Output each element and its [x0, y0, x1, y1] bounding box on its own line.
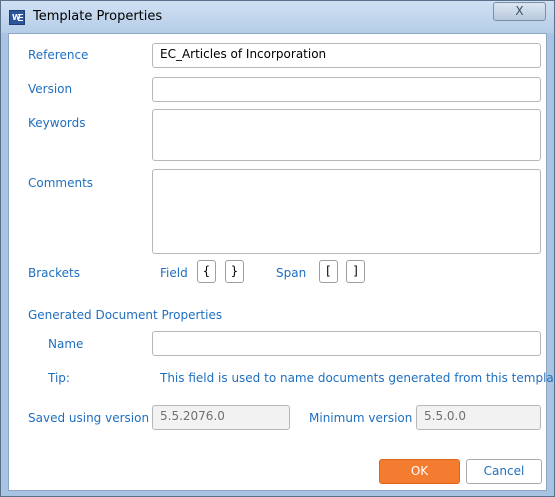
dialog-title: Template Properties [33, 9, 163, 24]
span-open-bracket-input[interactable]: [ [319, 260, 338, 283]
span-brackets-label: Span [276, 266, 307, 280]
word-doc-icon: W [9, 10, 25, 25]
template-properties-dialog: W Template Properties X Reference EC_Art… [0, 0, 555, 497]
name-input[interactable] [152, 331, 541, 356]
close-button[interactable]: X [493, 2, 546, 21]
name-label: Name [48, 337, 84, 351]
tip-text: This field is used to name documents gen… [160, 371, 555, 385]
comments-textarea[interactable] [152, 169, 541, 254]
field-open-bracket-input[interactable]: { [197, 260, 216, 283]
version-label: Version [28, 82, 73, 96]
comments-label: Comments [28, 176, 94, 190]
cancel-button[interactable]: Cancel [466, 459, 542, 484]
title-bar[interactable]: W Template Properties X [1, 1, 554, 33]
icon-lines [18, 14, 23, 22]
minimum-version-field: 5.5.0.0 [416, 405, 541, 430]
dialog-body: Reference EC_Articles of Incorporation V… [8, 33, 555, 491]
version-input[interactable] [152, 77, 541, 102]
saved-using-version-label: Saved using version [28, 411, 150, 425]
field-brackets-label: Field [160, 266, 188, 280]
keywords-label: Keywords [28, 116, 86, 130]
reference-input[interactable]: EC_Articles of Incorporation [152, 43, 541, 68]
minimum-version-label: Minimum version [309, 411, 413, 425]
brackets-label: Brackets [28, 266, 80, 280]
tip-label: Tip: [48, 371, 70, 385]
generated-properties-heading: Generated Document Properties [28, 308, 223, 322]
field-close-bracket-input[interactable]: } [225, 260, 244, 283]
span-close-bracket-input[interactable]: ] [346, 260, 365, 283]
reference-label: Reference [28, 48, 89, 62]
ok-button[interactable]: OK [379, 459, 460, 484]
keywords-textarea[interactable] [152, 109, 541, 161]
saved-using-version-field: 5.5.2076.0 [152, 405, 290, 430]
close-icon: X [515, 4, 524, 18]
